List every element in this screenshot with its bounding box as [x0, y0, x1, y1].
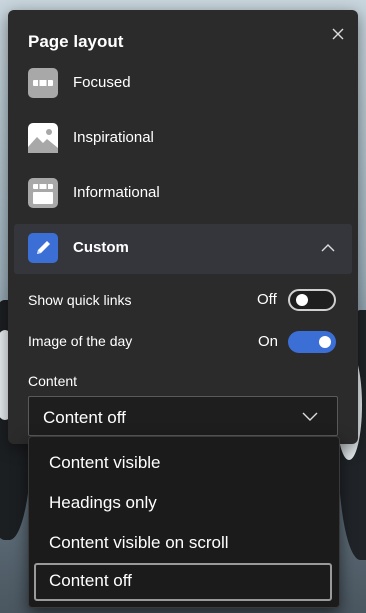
- layout-option-label: Custom: [73, 239, 129, 256]
- focused-layout-icon: [28, 68, 58, 98]
- layout-option-custom[interactable]: Custom: [14, 224, 352, 274]
- content-options-menu: Content visible Headings only Content vi…: [28, 436, 340, 608]
- content-label: Content: [28, 373, 78, 389]
- image-of-day-state: On: [258, 333, 279, 350]
- menu-item-content-off[interactable]: Content off: [34, 563, 332, 601]
- chevron-up-icon[interactable]: [319, 239, 337, 257]
- menu-item-content-visible[interactable]: Content visible: [34, 445, 332, 481]
- chevron-down-icon: [302, 412, 318, 421]
- toggle-knob: [296, 294, 308, 306]
- menu-item-label: Content off: [49, 571, 132, 590]
- layout-option-label: Informational: [73, 184, 160, 201]
- pencil-icon: [28, 233, 58, 263]
- layout-option-inspirational[interactable]: Inspirational: [14, 114, 352, 162]
- close-icon[interactable]: [328, 24, 348, 44]
- informational-layout-icon: [28, 178, 58, 208]
- content-dropdown[interactable]: Content off: [28, 396, 338, 436]
- panel-title: Page layout: [28, 32, 124, 51]
- layout-option-focused[interactable]: Focused: [14, 59, 352, 107]
- menu-item-label: Content visible: [49, 453, 161, 472]
- menu-item-label: Headings only: [49, 493, 157, 512]
- image-of-day-label: Image of the day: [28, 333, 133, 349]
- image-of-day-toggle[interactable]: [288, 331, 336, 353]
- content-dropdown-value: Content off: [43, 408, 126, 427]
- toggle-knob: [319, 336, 331, 348]
- quick-links-toggle[interactable]: [288, 289, 336, 311]
- layout-option-label: Focused: [73, 74, 131, 91]
- menu-item-headings-only[interactable]: Headings only: [34, 485, 332, 521]
- quick-links-label: Show quick links: [28, 292, 132, 308]
- page-layout-panel: Page layout Focused Inspirational Inform…: [8, 10, 358, 444]
- quick-links-state: Off: [257, 291, 277, 308]
- landscape-image-icon: [28, 123, 58, 153]
- menu-item-label: Content visible on scroll: [49, 533, 229, 552]
- menu-item-content-visible-on-scroll[interactable]: Content visible on scroll: [34, 525, 332, 561]
- layout-option-label: Inspirational: [73, 129, 154, 146]
- layout-option-informational[interactable]: Informational: [14, 169, 352, 217]
